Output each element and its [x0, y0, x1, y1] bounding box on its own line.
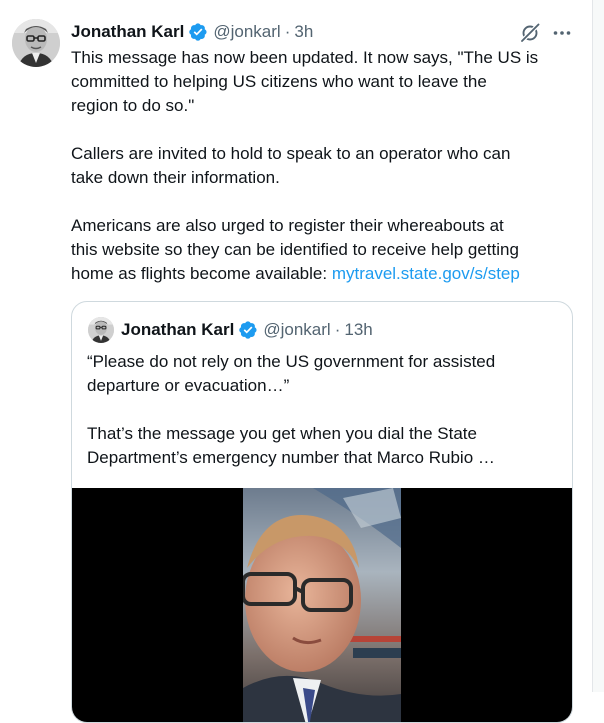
quoted-tweet-paragraph: “Please do not rely on the US government…	[87, 350, 567, 398]
quoted-tweet-header: Jonathan Karl @jonkarl · 13h	[121, 319, 373, 341]
text-line: Department’s emergency number that Marco…	[87, 448, 495, 467]
text-line: departure or evacuation…”	[87, 376, 290, 395]
verified-badge-icon	[238, 320, 258, 340]
text-line: Callers are invited to hold to speak to …	[71, 144, 511, 163]
tweet-paragraph: Americans are also urged to register the…	[71, 214, 587, 286]
quoted-tweet[interactable]: Jonathan Karl @jonkarl · 13h “Please do …	[71, 301, 573, 723]
text-line: home as flights become available:	[71, 264, 332, 283]
grok-icon[interactable]	[519, 22, 541, 44]
text-line: This message has now been updated. It no…	[71, 48, 539, 67]
quoted-tweet-text: “Please do not rely on the US government…	[87, 350, 567, 470]
quoted-author-avatar[interactable]	[88, 317, 114, 343]
tweet-link[interactable]: mytravel.state.gov/s/step	[332, 264, 520, 283]
quoted-author-handle[interactable]: @jonkarl	[263, 320, 330, 340]
verified-badge-icon	[188, 22, 208, 42]
tweet-timestamp[interactable]: 3h	[294, 22, 313, 42]
tweet-header: Jonathan Karl @jonkarl · 3h	[71, 20, 313, 44]
text-line: That’s the message you get when you dial…	[87, 424, 477, 443]
text-line: committed to helping US citizens who wan…	[71, 72, 487, 91]
page-gutter	[593, 0, 604, 692]
text-line: region to do so."	[71, 96, 195, 115]
header-separator: ·	[284, 22, 291, 41]
quoted-tweet-paragraph: That’s the message you get when you dial…	[87, 422, 567, 470]
more-options-icon[interactable]	[551, 23, 573, 43]
author-avatar[interactable]	[12, 19, 60, 67]
text-line: Americans are also urged to register the…	[71, 216, 504, 235]
tweet-paragraph: This message has now been updated. It no…	[71, 46, 587, 118]
text-line: “Please do not rely on the US government…	[87, 352, 496, 371]
video-frame	[243, 488, 401, 722]
tweet[interactable]: Jonathan Karl @jonkarl · 3h This message…	[0, 0, 592, 723]
quoted-tweet-timestamp[interactable]: 13h	[344, 320, 372, 340]
text-line: this website so they can be identified t…	[71, 240, 519, 259]
author-name[interactable]: Jonathan Karl	[71, 22, 184, 42]
author-handle[interactable]: @jonkarl	[213, 22, 280, 42]
video-player[interactable]	[72, 488, 572, 722]
header-separator: ·	[334, 320, 341, 339]
text-line: take down their information.	[71, 168, 280, 187]
tweet-paragraph: Callers are invited to hold to speak to …	[71, 142, 587, 190]
tweet-text: This message has now been updated. It no…	[71, 46, 587, 286]
quoted-author-name[interactable]: Jonathan Karl	[121, 320, 234, 340]
